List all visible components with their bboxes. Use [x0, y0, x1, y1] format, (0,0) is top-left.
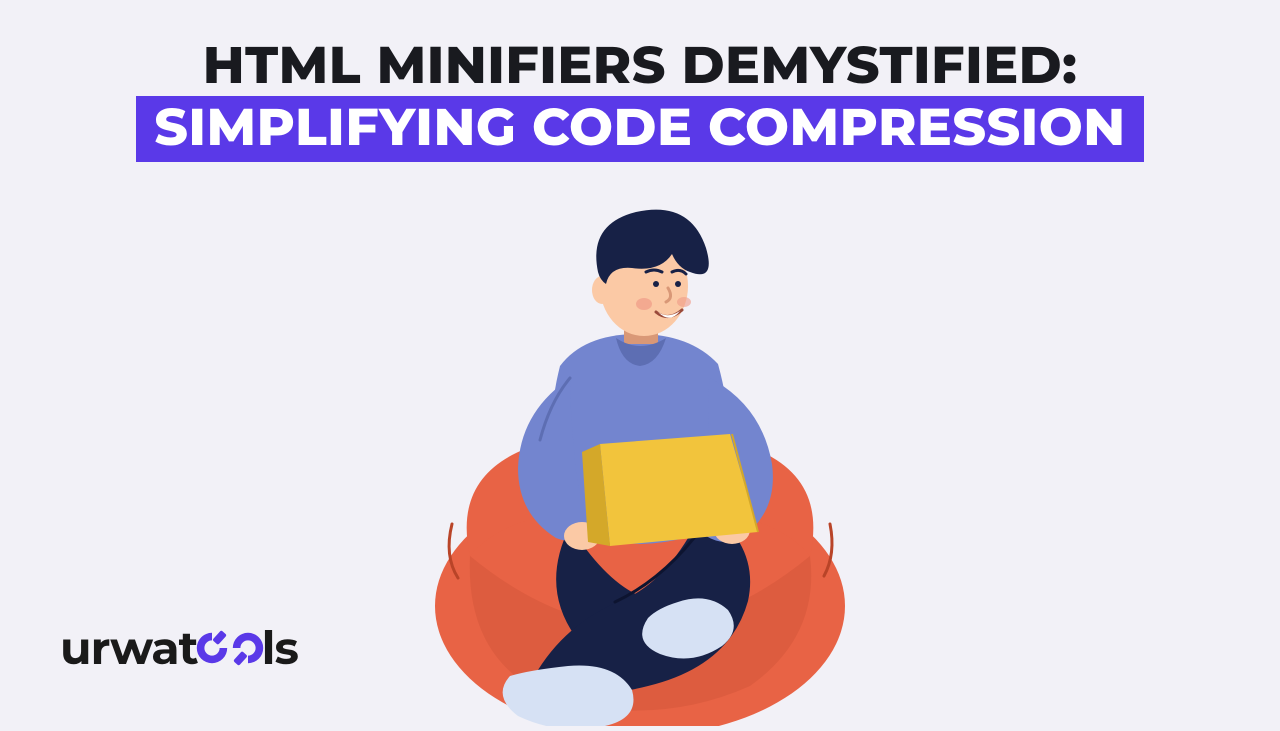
- logo-prefix: urwat: [60, 619, 198, 676]
- logo-suffix: ls: [262, 619, 298, 676]
- illustration-person-laptop: [410, 206, 870, 726]
- headline: HTML MINIFIERS DEMYSTIFIED: SIMPLIFYING …: [0, 38, 1280, 162]
- logo-tool-icon: [194, 629, 266, 667]
- headline-line-1: HTML MINIFIERS DEMYSTIFIED:: [0, 38, 1280, 94]
- brand-logo: urwat ls: [60, 619, 298, 676]
- headline-line-2: SIMPLIFYING CODE COMPRESSION: [136, 96, 1143, 162]
